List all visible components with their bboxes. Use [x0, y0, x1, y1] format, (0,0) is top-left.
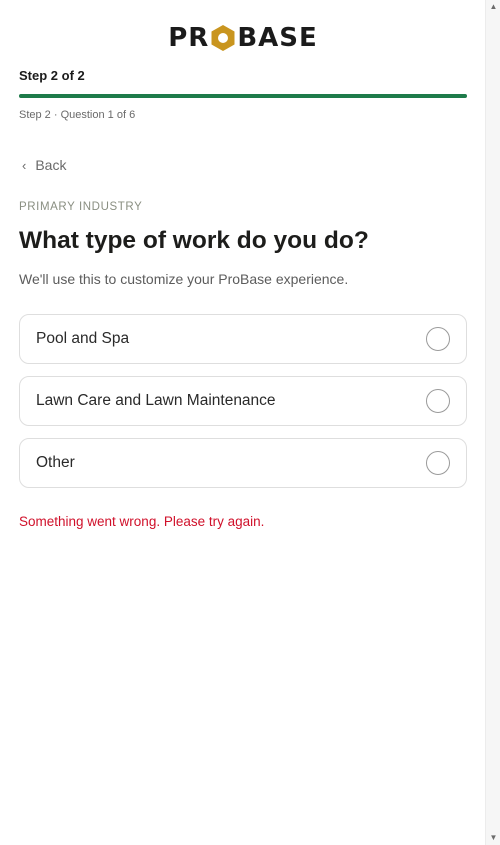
vertical-scrollbar[interactable]: ▲ ▼ — [485, 0, 500, 845]
logo-text-right: BASE — [237, 23, 318, 53]
option-lawn-care[interactable]: Lawn Care and Lawn Maintenance — [19, 376, 467, 426]
error-message: Something went wrong. Please try again. — [19, 514, 265, 529]
scroll-down-arrow-icon[interactable]: ▼ — [486, 833, 500, 843]
page: PR BASE Step 2 of 2 Step 2 · Question 1 … — [0, 0, 500, 845]
question-subtitle: We'll use this to customize your ProBase… — [19, 271, 349, 287]
radio-button[interactable] — [426, 389, 450, 413]
back-button[interactable]: ‹ Back — [19, 157, 66, 173]
back-label: Back — [35, 157, 67, 173]
probase-logo: PR BASE — [158, 23, 328, 53]
option-label: Pool and Spa — [36, 330, 130, 347]
option-other[interactable]: Other — [19, 438, 467, 488]
question-eyebrow: PRIMARY INDUSTRY — [19, 201, 143, 213]
option-pool-and-spa[interactable]: Pool and Spa — [19, 314, 467, 364]
radio-button[interactable] — [426, 451, 450, 475]
radio-button[interactable] — [426, 327, 450, 351]
step-label: Step 2 of 2 — [19, 68, 85, 83]
logo-text-left: PR — [168, 23, 210, 53]
chevron-left-icon: ‹ — [22, 157, 27, 173]
option-label: Lawn Care and Lawn Maintenance — [36, 392, 276, 409]
progress-bar-fill — [19, 94, 467, 98]
progress-bar — [19, 94, 467, 98]
question-title: What type of work do you do? — [19, 227, 369, 254]
scroll-up-arrow-icon[interactable]: ▲ — [486, 2, 500, 12]
option-label: Other — [36, 454, 75, 471]
step-sublabel: Step 2 · Question 1 of 6 — [19, 109, 136, 121]
hexagon-nut-icon — [210, 24, 236, 52]
